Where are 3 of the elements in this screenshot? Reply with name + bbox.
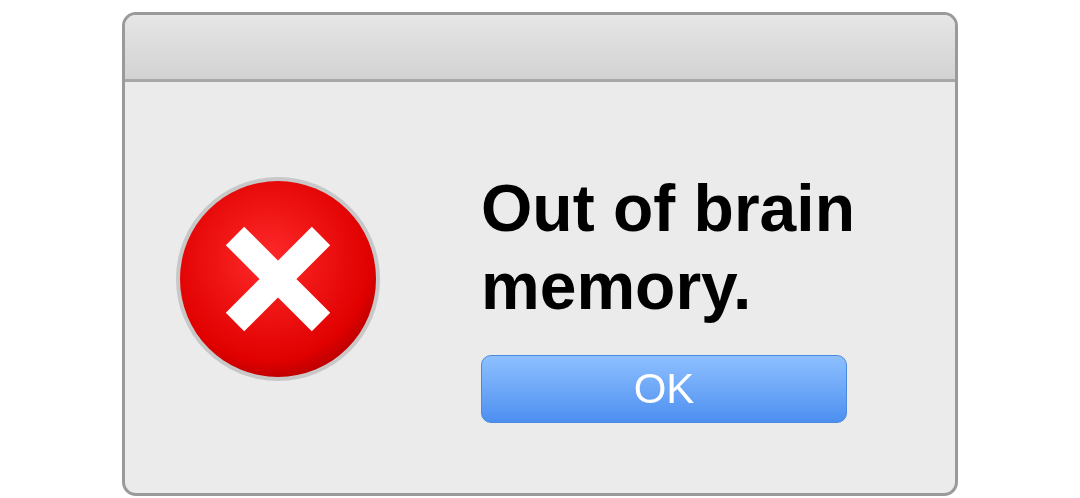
ok-button[interactable]: OK [481,355,847,423]
error-icon [173,174,383,384]
error-message: Out of brain memory. [481,170,856,325]
